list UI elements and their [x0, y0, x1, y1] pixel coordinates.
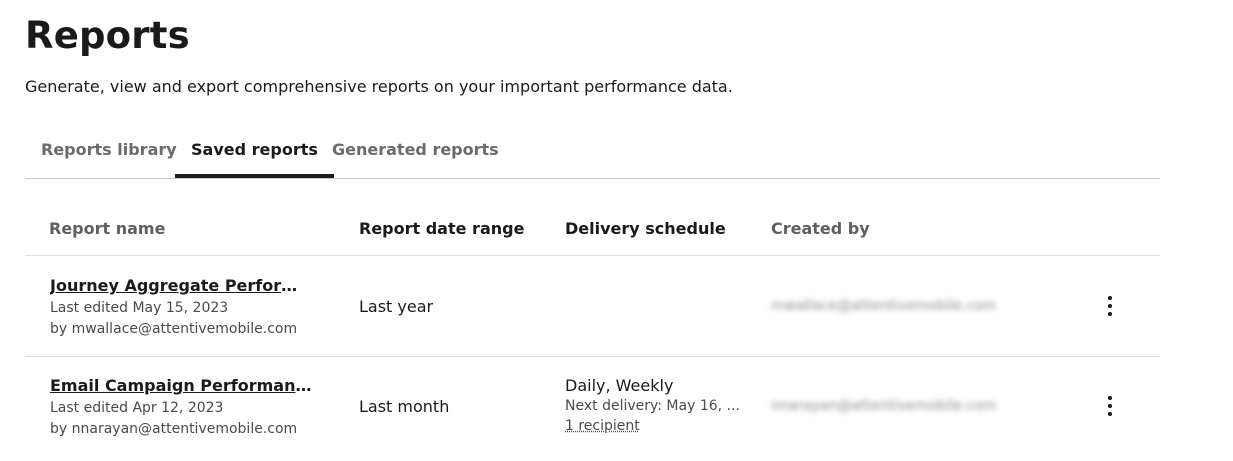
last-edited-text: Last edited Apr 12, 2023	[50, 400, 224, 416]
column-header-report-date-range: Report date range	[359, 219, 525, 238]
table-row: Email Campaign Performance Last edited A…	[25, 356, 1160, 456]
recipients-link[interactable]: 1 recipient	[565, 418, 640, 434]
reports-page: Reports Generate, view and export compre…	[0, 0, 1233, 461]
next-delivery-text: Next delivery: May 16, ...	[565, 398, 740, 414]
report-name-link[interactable]: Journey Aggregate Performance...	[50, 276, 312, 295]
kebab-menu-icon[interactable]	[1100, 392, 1120, 420]
kebab-menu-icon[interactable]	[1100, 292, 1120, 320]
tab-generated-reports[interactable]: Generated reports	[316, 126, 515, 178]
created-by-email: mwallace@attentivemobile.com	[771, 298, 997, 314]
report-date-range: Last year	[359, 297, 434, 316]
created-by-email: nnarayan@attentivemobile.com	[771, 398, 997, 414]
table-header: Report name Report date range Delivery s…	[25, 200, 1160, 256]
column-header-report-name: Report name	[49, 219, 166, 238]
page-subtitle: Generate, view and export comprehensive …	[25, 77, 733, 96]
last-edited-text: Last edited May 15, 2023	[50, 300, 229, 316]
edited-by-text: by mwallace@attentivemobile.com	[50, 321, 298, 337]
column-header-delivery-schedule: Delivery schedule	[565, 219, 726, 238]
table-row: Journey Aggregate Performance... Last ed…	[25, 256, 1160, 357]
report-name-link[interactable]: Email Campaign Performance	[50, 376, 312, 395]
edited-by-text: by nnarayan@attentivemobile.com	[50, 421, 298, 437]
tab-reports-library[interactable]: Reports library	[25, 126, 193, 178]
page-title: Reports	[25, 14, 190, 57]
delivery-frequency: Daily, Weekly	[565, 376, 674, 395]
tab-saved-reports[interactable]: Saved reports	[175, 126, 334, 178]
tab-bar: Reports library Saved reports Generated …	[25, 126, 1160, 179]
column-header-created-by: Created by	[771, 219, 870, 238]
report-date-range: Last month	[359, 397, 450, 416]
